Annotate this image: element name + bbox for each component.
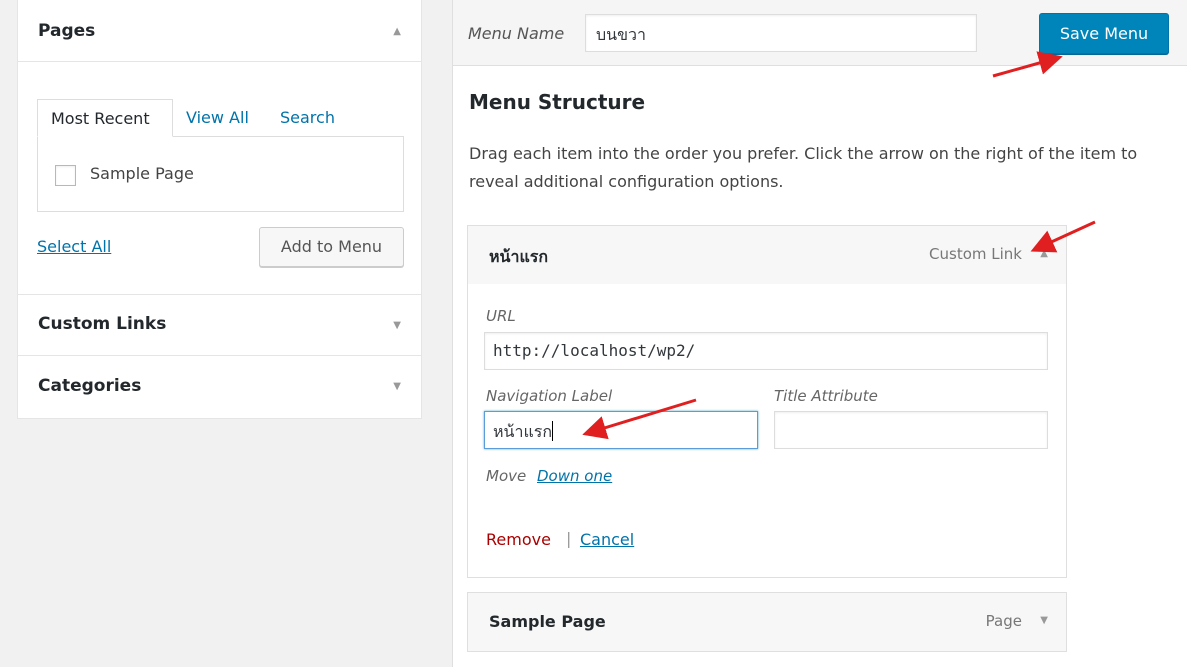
checkbox-label: Sample Page [90, 164, 194, 183]
menu-item-title: Sample Page [489, 612, 606, 631]
section-description: Drag each item into the order you prefer… [469, 144, 1138, 191]
accordion-section-custom-links[interactable]: Custom Links ▼ [18, 294, 421, 356]
tab-search[interactable]: Search [280, 99, 335, 137]
chevron-up-icon[interactable]: ▲ [1040, 248, 1048, 259]
tab-panel: Sample Page [37, 136, 404, 212]
menu-item-handle[interactable]: Sample Page Page ▼ [467, 592, 1067, 652]
cancel-link[interactable]: Cancel [580, 530, 634, 549]
chevron-up-icon[interactable]: ▲ [393, 26, 401, 37]
menu-item-title: หน้าแรก [489, 247, 549, 266]
title-attribute-label: Title Attribute [774, 387, 878, 405]
navigation-label-label: Navigation Label [486, 387, 613, 405]
accordion-title: Pages [38, 21, 96, 41]
menu-name-label: Menu Name [468, 24, 565, 43]
menu-name-input[interactable]: บนขวา [585, 14, 977, 52]
sample-page-checkbox[interactable] [55, 165, 76, 186]
select-all-link[interactable]: Select All [37, 237, 111, 256]
navigation-label-value: หน้าแรก [493, 422, 553, 441]
tab-view-all[interactable]: View All [186, 99, 249, 137]
add-to-menu-button[interactable]: Add to Menu [259, 227, 404, 267]
tab-most-recent[interactable]: Most Recent [37, 99, 173, 137]
url-field[interactable]: http://localhost/wp2/ [484, 332, 1048, 370]
navigation-label-field[interactable]: หน้าแรก [484, 411, 758, 449]
remove-link[interactable]: Remove [486, 530, 551, 549]
menu-item-settings: URL http://localhost/wp2/ Navigation Lab… [467, 284, 1067, 578]
url-label: URL [486, 307, 516, 325]
accordion-section-categories[interactable]: Categories ▼ [18, 356, 421, 418]
text-caret [552, 421, 554, 441]
menu-item-type: Custom Link [929, 245, 1022, 263]
menu-header: Menu Name บนขวา Save Menu [452, 0, 1187, 66]
menu-items-accordion: Pages ▲ Most Recent View All Search Samp… [17, 0, 422, 419]
save-menu-button[interactable]: Save Menu [1039, 13, 1169, 54]
accordion-section-pages[interactable]: Pages ▲ [18, 0, 421, 62]
accordion-title: Categories [38, 376, 142, 396]
section-title: Menu Structure [469, 90, 646, 114]
chevron-down-icon[interactable]: ▼ [393, 320, 401, 331]
accordion-title: Custom Links [38, 314, 167, 334]
move-label: Move [486, 467, 527, 485]
menu-item-handle[interactable]: หน้าแรก Custom Link ▲ [467, 225, 1067, 285]
chevron-down-icon[interactable]: ▼ [393, 381, 401, 392]
chevron-down-icon[interactable]: ▼ [1040, 615, 1048, 626]
action-separator: | [566, 529, 572, 548]
menu-item-type: Page [985, 612, 1022, 630]
title-attribute-field[interactable] [774, 411, 1048, 449]
move-down-one-link[interactable]: Down one [537, 467, 612, 485]
